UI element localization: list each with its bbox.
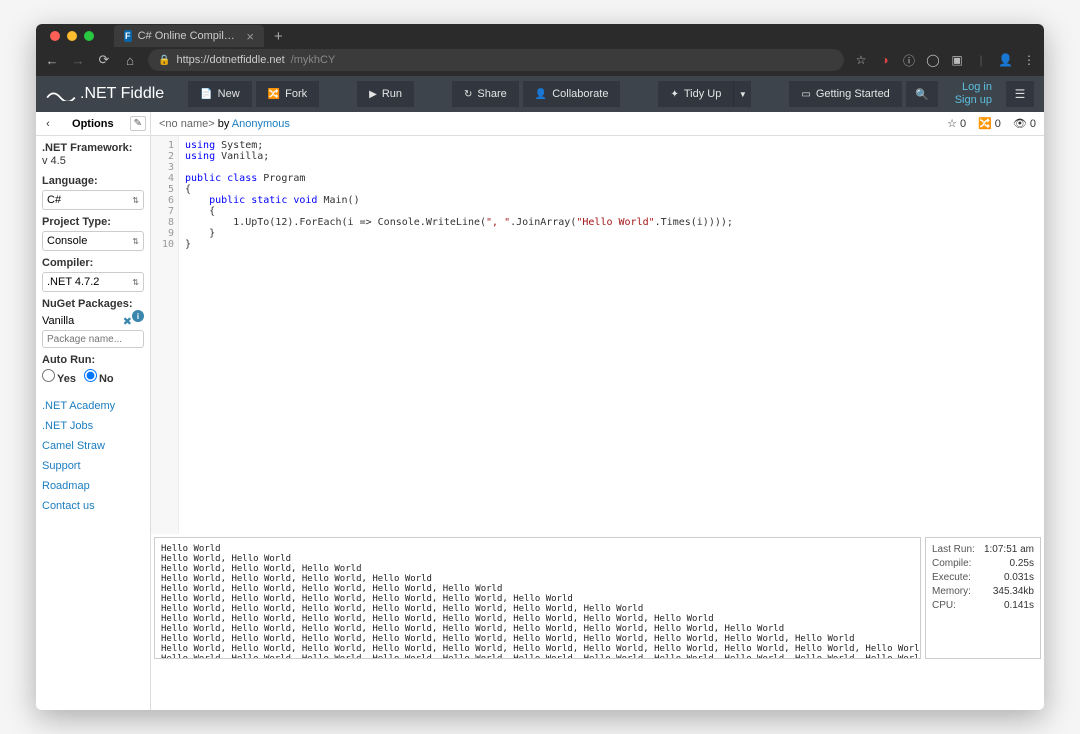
logo[interactable]: .NET Fiddle	[46, 85, 164, 103]
menu-button[interactable]: ☰	[1006, 81, 1034, 107]
fiddle-header: <no name> by Anonymous ☆0 🔀0 👁0	[151, 112, 1044, 136]
project-type-select[interactable]: Console⇅	[42, 231, 144, 251]
framework-label: .NET Framework:	[42, 142, 144, 154]
project-type-label: Project Type:	[42, 216, 144, 228]
sidebar-link-5[interactable]: Contact us	[42, 500, 144, 512]
star-count[interactable]: ☆0	[947, 117, 966, 130]
view-count: 👁0	[1013, 117, 1036, 130]
close-window[interactable]	[50, 31, 60, 41]
sidebar-link-4[interactable]: Roadmap	[42, 480, 144, 492]
star-icon[interactable]: ☆	[854, 53, 868, 67]
sidebar: ‹ Options ✎ .NET Framework: v 4.5 Langua…	[36, 112, 151, 710]
search-button[interactable]: 🔍	[906, 81, 938, 107]
fiddle-name: <no name>	[159, 118, 215, 130]
menu-icon[interactable]: ⋮	[1022, 53, 1036, 67]
play-icon: ▶	[369, 89, 377, 100]
app-header: .NET Fiddle 📄New 🔀Fork ▶Run ↻Share 👤Coll…	[36, 76, 1044, 112]
ext-icon-1[interactable]: ◯	[926, 53, 940, 67]
favicon: F	[124, 30, 132, 42]
chevron-updown-icon: ⇅	[132, 278, 139, 287]
divider: |	[974, 53, 988, 67]
fork-button[interactable]: 🔀Fork	[256, 81, 319, 107]
collaborate-button[interactable]: 👤Collaborate	[523, 81, 621, 107]
nuget-item: Vanilla	[42, 315, 74, 328]
autorun-yes[interactable]: Yes	[42, 369, 76, 385]
author-link[interactable]: Anonymous	[232, 118, 290, 130]
close-tab-icon[interactable]: ×	[246, 29, 254, 44]
run-button[interactable]: ▶Run	[357, 81, 414, 107]
browser-tab[interactable]: F C# Online Compiler | .NET Fid… ×	[114, 25, 264, 47]
sidebar-gear[interactable]: ✎	[130, 116, 146, 131]
hamburger-icon: ☰	[1015, 87, 1026, 101]
url-path: /mykhCY	[291, 54, 336, 66]
info-icon[interactable]: ⓘ	[902, 52, 916, 69]
code-editor[interactable]: 12345678910 using System; using Vanilla;…	[151, 136, 1044, 534]
nuget-label: NuGet Packages:i	[42, 298, 144, 310]
maximize-window[interactable]	[84, 31, 94, 41]
fork-icon: 🔀	[268, 89, 280, 100]
tab-title: C# Online Compiler | .NET Fid…	[138, 30, 239, 42]
share-icon: ↻	[464, 89, 472, 100]
file-icon: 📄	[200, 89, 212, 100]
ext-icon-2[interactable]: ▣	[950, 53, 964, 67]
url-host: https://dotnetfiddle.net	[176, 54, 284, 66]
profile-icon[interactable]: 👤	[998, 53, 1012, 67]
search-icon: 🔍	[915, 88, 929, 101]
getting-started-button[interactable]: ▭Getting Started	[789, 81, 901, 107]
lock-icon: 🔒	[158, 55, 170, 66]
login-link[interactable]: Log in	[955, 81, 992, 94]
minimize-window[interactable]	[67, 31, 77, 41]
autorun-no[interactable]: No	[84, 369, 114, 385]
package-input[interactable]	[42, 330, 144, 348]
browser-chrome: F C# Online Compiler | .NET Fid… × + ← →…	[36, 24, 1044, 76]
autorun-label: Auto Run:	[42, 354, 144, 366]
forward-button[interactable]: →	[70, 53, 86, 68]
chevron-updown-icon: ⇅	[132, 196, 139, 205]
user-icon: 👤	[535, 89, 547, 100]
reload-button[interactable]: ⟳	[96, 52, 112, 68]
chevron-updown-icon: ⇅	[132, 237, 139, 246]
star-icon: ☆	[947, 117, 957, 130]
sidebar-link-1[interactable]: .NET Jobs	[42, 420, 144, 432]
sidebar-title: Options	[56, 118, 130, 130]
language-select[interactable]: C#⇅	[42, 190, 144, 210]
info-icon[interactable]: i	[132, 310, 144, 322]
new-tab-button[interactable]: +	[274, 28, 283, 45]
language-label: Language:	[42, 175, 144, 187]
line-gutter: 12345678910	[151, 136, 179, 534]
back-button[interactable]: ←	[44, 53, 60, 68]
address-bar[interactable]: 🔒 https://dotnetfiddle.net/mykhCY	[148, 49, 844, 71]
eye-icon: 👁	[1013, 117, 1027, 130]
book-icon: ▭	[801, 89, 810, 100]
sidebar-link-3[interactable]: Support	[42, 460, 144, 472]
share-button[interactable]: ↻Share	[452, 81, 519, 107]
compiler-label: Compiler:	[42, 257, 144, 269]
fork-count[interactable]: 🔀0	[978, 117, 1001, 130]
collapse-sidebar[interactable]: ‹	[40, 118, 56, 130]
remove-package[interactable]: ✖	[123, 315, 132, 328]
home-button[interactable]: ⌂	[122, 53, 138, 68]
chevron-down-icon: ▼	[739, 90, 747, 99]
tidy-caret[interactable]: ▼	[733, 81, 751, 107]
signup-link[interactable]: Sign up	[955, 94, 992, 107]
stats-panel: Last Run:1:07:51 am Compile:0.25s Execut…	[925, 537, 1041, 659]
sparkle-icon: ✦	[670, 89, 678, 100]
new-button[interactable]: 📄New	[188, 81, 251, 107]
tidy-button[interactable]: ✦Tidy Up	[658, 81, 733, 107]
shuffle-icon: 🔀	[978, 117, 992, 130]
framework-value: v 4.5	[42, 155, 144, 167]
sidebar-link-0[interactable]: .NET Academy	[42, 400, 144, 412]
output-panel[interactable]: Hello World Hello World, Hello World Hel…	[154, 537, 921, 659]
compiler-select[interactable]: .NET 4.7.2⇅	[42, 272, 144, 292]
adblock-icon[interactable]: ◑	[878, 53, 892, 67]
sidebar-link-2[interactable]: Camel Straw	[42, 440, 144, 452]
